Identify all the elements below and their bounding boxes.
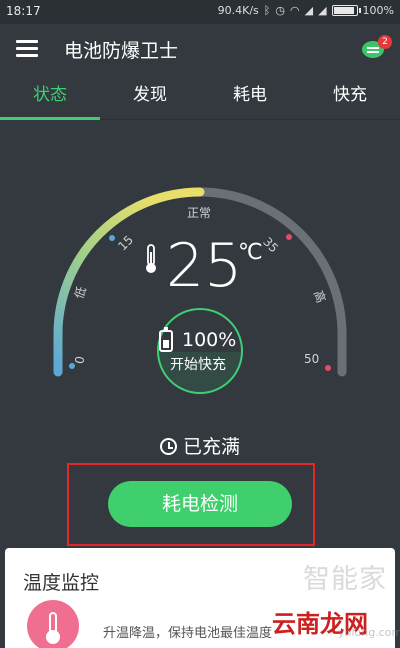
power-detect-button[interactable]: 耗电检测 [108,481,292,527]
battery-icon [159,327,173,352]
watermark-url: ynlong.com [338,626,400,639]
tick-50: 50 [304,352,320,366]
card-description: 升温降温，保持电池最佳温度 [103,626,273,641]
marker-0 [69,363,75,369]
temperature-unit: ℃ [238,240,263,265]
battery-level-text: 100% [182,329,237,351]
charge-mode-text: 开始快充 [170,357,226,373]
clock-icon [159,438,177,455]
card-title: 温度监控 [23,572,100,594]
temperature-value: 25 [166,231,243,301]
marker-15 [109,235,115,241]
thermometer-card-icon [27,600,79,648]
charge-status: 已充满 [0,432,400,459]
charge-status-label: 已充满 [182,436,240,458]
marker-50 [325,365,331,371]
label-normal: 正常 [187,206,212,220]
marker-35 [286,234,292,240]
thermometer-icon [146,244,156,273]
watermark-brand: 智能家 [303,564,387,595]
